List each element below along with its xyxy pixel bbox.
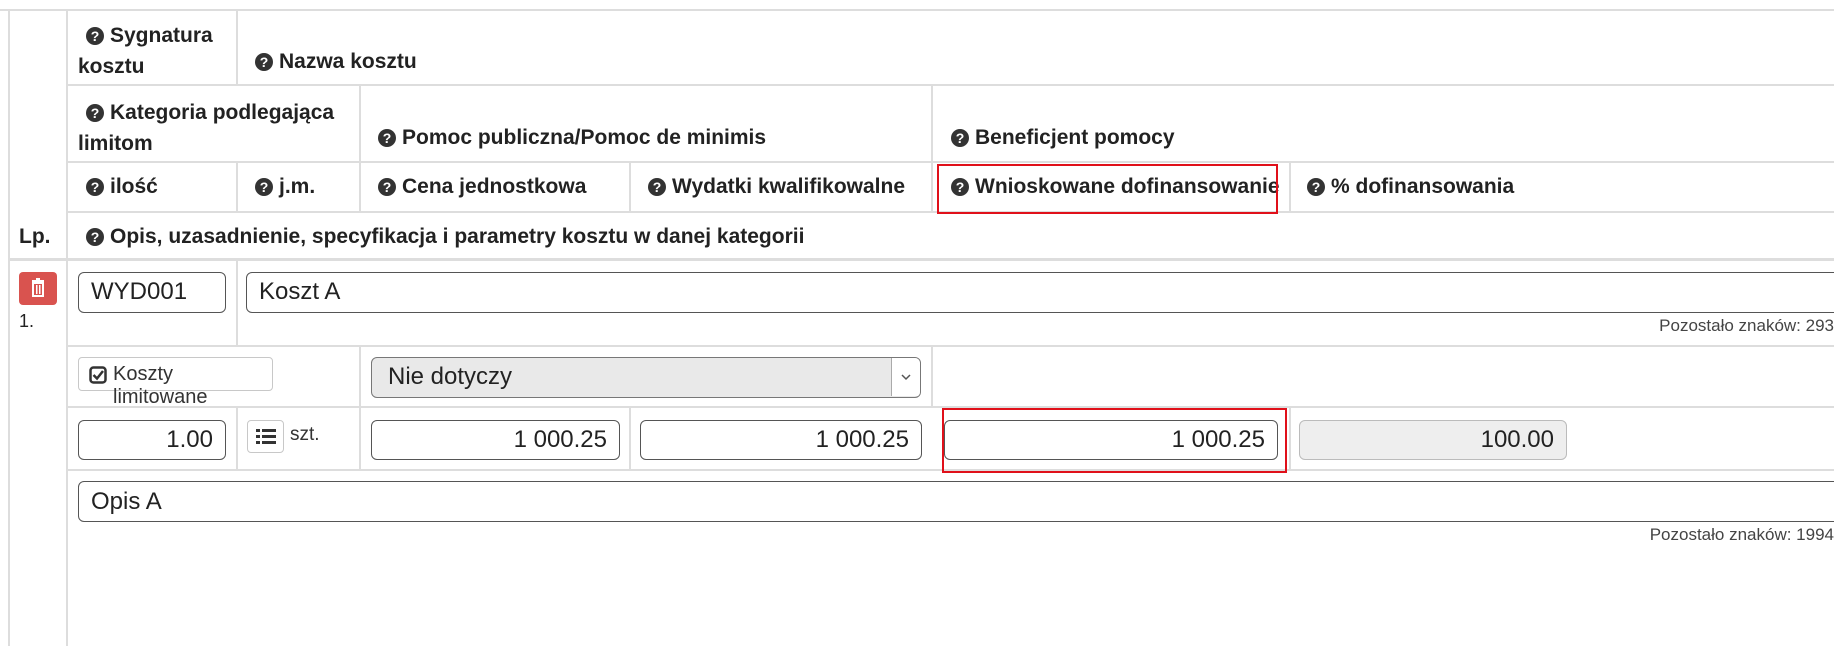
question-circle-icon[interactable]: ? [378,129,396,147]
question-circle-icon[interactable]: ? [86,27,104,45]
header-beneficjent: ? Beneficjent pomocy [951,122,1175,153]
header-sygnatura: ? Sygnatura kosztu [78,24,213,78]
nazwa-remaining-chars: Pozostało znaków: 293 [1659,316,1834,335]
col-divider [1289,162,1291,211]
header-procent: ?% dofinansowania [1307,171,1514,202]
check-square-icon [89,366,107,384]
question-circle-icon[interactable]: ? [378,178,396,196]
table-top-border [0,9,1834,11]
header-kategoria: ? Kategoria podlegająca limitom [78,101,335,155]
highlight-box-header [937,164,1278,214]
col-divider [629,162,631,211]
question-circle-icon[interactable]: ? [951,129,969,147]
question-circle-icon[interactable]: ? [86,228,104,246]
header-cena: ? Cena jednostkowa [378,171,586,202]
question-circle-icon[interactable]: ? [1307,178,1325,196]
header-bottom-border [8,258,1834,261]
jm-value: szt. [290,424,320,445]
question-circle-icon[interactable]: ? [86,104,104,122]
lp-column-divider [66,9,68,646]
jm-list-button[interactable] [247,420,284,453]
header-pomoc-publiczna: ? Pomoc publiczna/Pomoc de minimis [378,122,766,153]
wydatki-input[interactable]: 1 000.25 [640,420,922,460]
procent-input: 100.00 [1299,420,1567,460]
header-lp: Lp. [19,225,51,248]
col-divider [236,162,238,211]
header-ilosc: ? ilość [86,171,158,202]
ilosc-input[interactable]: 1.00 [78,420,226,460]
nazwa-input[interactable]: Koszt A [246,272,1834,313]
highlight-box-input [942,408,1287,473]
col-divider [236,407,238,469]
list-icon [256,429,276,444]
row-divider [67,161,1834,163]
col-divider [629,407,631,469]
chevron-down-icon[interactable] [891,358,920,396]
trash-icon [32,278,44,297]
col-divider [359,85,361,211]
delete-row-button[interactable] [19,272,57,305]
row-divider [67,84,1834,86]
col-divider [931,85,933,211]
col-divider [1289,407,1291,469]
header-jm: ? j.m. [255,171,315,202]
pomoc-publiczna-select[interactable]: Nie dotyczy [371,357,921,398]
question-circle-icon[interactable]: ? [255,53,273,71]
row-number: 1. [19,311,35,331]
sygnatura-input[interactable]: WYD001 [78,272,226,313]
col-divider [236,261,238,345]
table-left-border [8,9,10,646]
question-circle-icon[interactable]: ? [648,178,666,196]
question-circle-icon[interactable]: ? [86,178,104,196]
opis-textarea[interactable]: Opis A [78,481,1834,522]
header-opis: ? Opis, uzasadnienie, specyfikacja i para… [86,221,804,252]
header-wydatki: ? Wydatki kwalifikowalne [648,171,905,202]
row-divider [67,345,1834,347]
koszty-limitowane-button[interactable]: Koszty limitowane [78,357,273,408]
opis-remaining-chars: Pozostało znaków: 1994 [1649,525,1834,544]
col-divider [931,346,933,406]
cena-input[interactable]: 1 000.25 [371,420,620,460]
question-circle-icon[interactable]: ? [255,178,273,196]
col-divider [236,9,238,84]
header-nazwa: ? Nazwa kosztu [255,46,417,77]
col-divider [359,346,361,469]
